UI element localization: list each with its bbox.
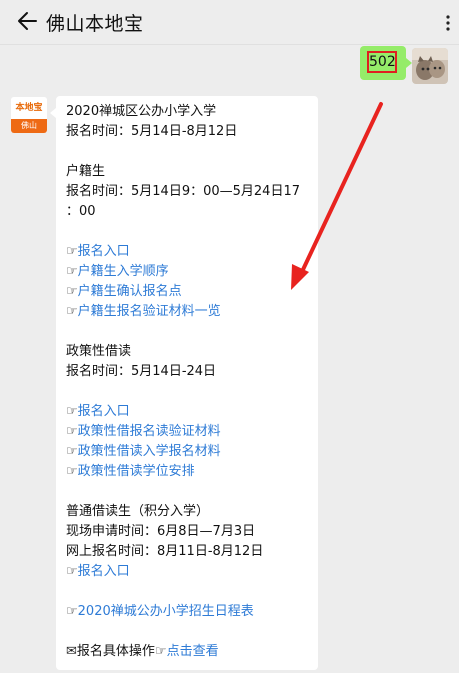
message-link-line: ☞户籍生确认报名点: [66, 282, 312, 302]
pointing-hand-icon: ☞: [66, 284, 78, 299]
chat-title: 佛山本地宝: [46, 13, 144, 35]
message-text-line: 户籍生: [66, 162, 312, 182]
message-link[interactable]: 户籍生入学顺序: [78, 264, 169, 279]
envelope-icon: ✉: [66, 644, 77, 659]
message-link[interactable]: 点击查看: [167, 644, 219, 659]
message-text: 2020禅城区公办小学入学: [66, 104, 217, 119]
message-link[interactable]: 2020禅城公办小学招生日程表: [78, 604, 254, 619]
title-bar: 佛山本地宝: [0, 0, 459, 45]
message-text-line: ：00: [66, 202, 312, 222]
incoming-message-bubble: 2020禅城区公办小学入学报名时间：5月14日-8月12日 户籍生报名时间：5月1…: [50, 96, 318, 670]
message-link[interactable]: 政策性借读入学报名材料: [78, 444, 221, 459]
message-text: 报名具体操作: [76, 644, 155, 659]
message-text: 普通借读生（积分入学）: [66, 504, 210, 519]
pointing-hand-icon: ☞: [66, 264, 78, 279]
message-text: 网上报名时间：8月11日-8月12日: [66, 544, 264, 559]
pointing-hand-icon: ☞: [66, 404, 78, 419]
message-link-line: ☞报名入口: [66, 562, 312, 582]
message-link[interactable]: 政策性借报名读验证材料: [78, 424, 221, 439]
pointing-hand-icon: ☞: [66, 604, 78, 619]
message-text-line: 政策性借读: [66, 342, 312, 362]
message-text: 报名时间：5月14日9：00—5月24日17: [66, 184, 300, 199]
account-logo-text: 本地宝: [11, 97, 47, 119]
message-link-line: ☞报名入口: [66, 242, 312, 262]
message-link[interactable]: 报名入口: [78, 564, 130, 579]
message-body: 2020禅城区公办小学入学报名时间：5月14日-8月12日 户籍生报名时间：5月1…: [66, 102, 312, 662]
message-text-line: 网上报名时间：8月11日-8月12日: [66, 542, 312, 562]
pointing-hand-icon: ☞: [66, 304, 78, 319]
message-text-line: 报名时间：5月14日-24日: [66, 362, 312, 382]
message-text-line: 2020禅城区公办小学入学: [66, 102, 312, 122]
account-logo-city: 佛山: [11, 119, 47, 133]
message-text-line: 报名时间：5月14日-8月12日: [66, 122, 312, 142]
back-arrow-icon[interactable]: [16, 10, 38, 32]
message-text: 户籍生: [66, 164, 106, 179]
message-link-line: ✉报名具体操作☞点击查看: [66, 642, 312, 662]
message-text: ：00: [66, 204, 96, 219]
pointing-hand-icon: ☞: [66, 564, 78, 579]
message-link-line: ☞2020禅城公办小学招生日程表: [66, 602, 312, 622]
message-link[interactable]: 户籍生确认报名点: [78, 284, 182, 299]
pointing-hand-icon: ☞: [66, 244, 78, 259]
pointing-hand-icon: ☞: [154, 644, 167, 659]
outgoing-message-bubble[interactable]: 502: [360, 46, 412, 80]
message-text: 现场申请时间：6月8日—7月3日: [66, 524, 256, 539]
outgoing-message-text: 502: [367, 51, 397, 73]
cat-photo-icon: [412, 48, 448, 84]
message-link[interactable]: 报名入口: [78, 244, 130, 259]
more-vertical-icon[interactable]: [443, 14, 453, 32]
message-link-line: ☞户籍生报名验证材料一览: [66, 302, 312, 322]
message-text: 报名时间：5月14日-24日: [66, 364, 217, 379]
pointing-hand-icon: ☞: [66, 424, 78, 439]
message-link[interactable]: 政策性借读学位安排: [78, 464, 195, 479]
message-link-line: ☞政策性借读学位安排: [66, 462, 312, 482]
message-text-line: 普通借读生（积分入学）: [66, 502, 312, 522]
pointing-hand-icon: ☞: [66, 464, 78, 479]
account-avatar[interactable]: 本地宝 佛山: [11, 97, 47, 133]
message-text: 报名时间：5月14日-8月12日: [66, 124, 238, 139]
message-link[interactable]: 报名入口: [78, 404, 130, 419]
message-link-line: ☞报名入口: [66, 402, 312, 422]
message-text-line: 现场申请时间：6月8日—7月3日: [66, 522, 312, 542]
pointing-hand-icon: ☞: [66, 444, 78, 459]
message-link[interactable]: 户籍生报名验证材料一览: [78, 304, 221, 319]
message-link-line: ☞政策性借读入学报名材料: [66, 442, 312, 462]
message-link-line: ☞户籍生入学顺序: [66, 262, 312, 282]
message-link-line: ☞政策性借报名读验证材料: [66, 422, 312, 442]
message-text: 政策性借读: [66, 344, 132, 359]
message-text-line: 报名时间：5月14日9：00—5月24日17: [66, 182, 312, 202]
user-avatar[interactable]: [412, 48, 448, 84]
